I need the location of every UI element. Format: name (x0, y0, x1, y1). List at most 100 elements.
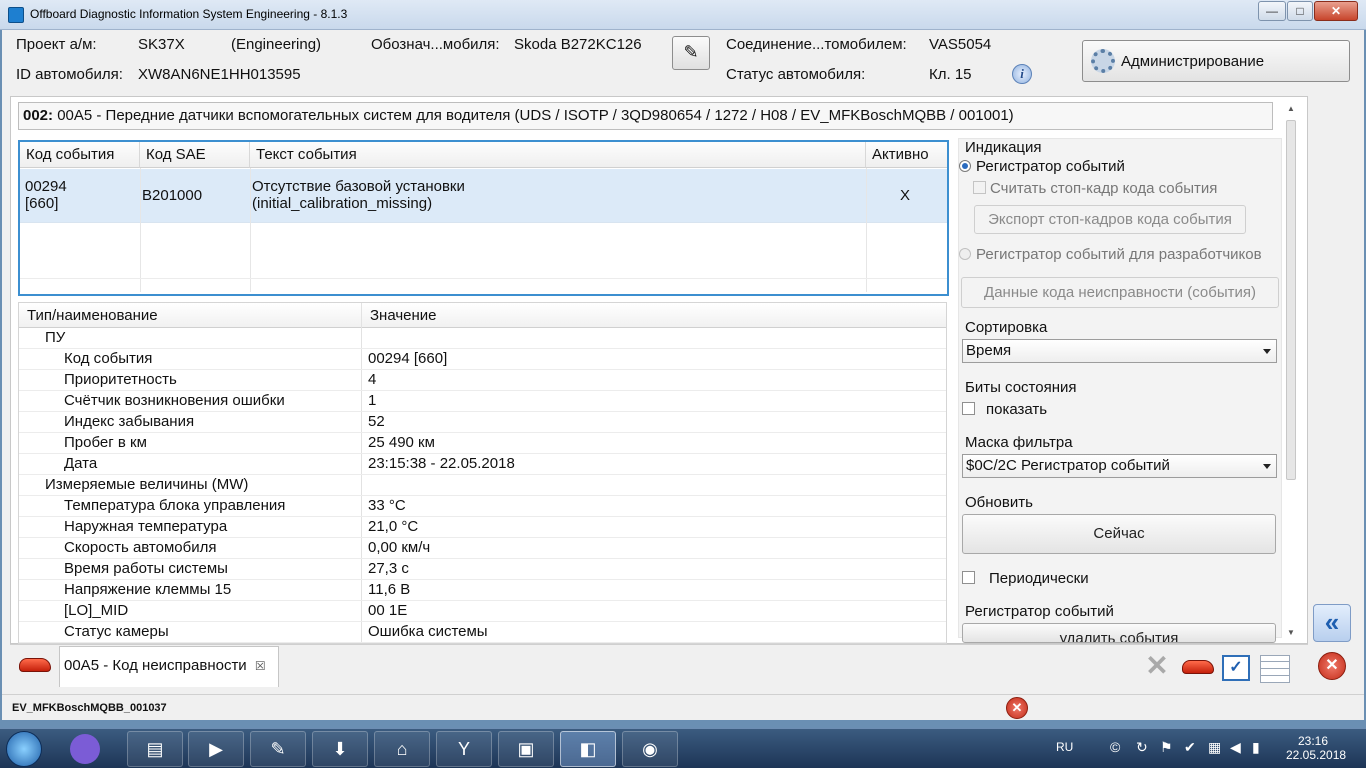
volume-icon[interactable]: ◀ (1230, 739, 1241, 756)
minimize-button[interactable]: — (1258, 1, 1286, 21)
project-mode: (Engineering) (231, 36, 322, 53)
tray-network-icon[interactable]: ▦ (1208, 739, 1221, 756)
back-navigation-button[interactable]: « (1313, 604, 1351, 642)
refresh-label: Обновить (965, 494, 1033, 511)
download-icon[interactable]: ⬇ (312, 731, 368, 767)
document-viewer-icon[interactable]: ▣ (498, 731, 554, 767)
checklist-icon[interactable]: ✓ (1222, 655, 1250, 681)
tray-check-icon[interactable]: ✔ (1184, 739, 1196, 756)
table-row[interactable]: 00294 [660] B201000 Отсутствие базовой у… (20, 169, 947, 223)
detail-row[interactable]: Наружная температура 21,0 °C (19, 517, 946, 538)
status-text: EV_MFKBoschMQBB_001037 (12, 702, 167, 714)
detail-row[interactable]: Индекс забывания 52 (19, 412, 946, 433)
language-indicator[interactable]: RU (1056, 740, 1073, 754)
event-code-dec: [660] (25, 195, 59, 212)
media-player-icon[interactable]: ▶ (188, 731, 244, 767)
close-session-button[interactable]: ✕ (1318, 652, 1346, 680)
tab-fault-code[interactable]: 00A5 - Код неисправности ☒ (59, 646, 279, 687)
freeze-frame-checkbox[interactable] (973, 181, 986, 194)
detail-row[interactable]: Код события 00294 [660] (19, 349, 946, 370)
connection-value: VAS5054 (929, 36, 992, 53)
detail-row-group[interactable]: Измеряемые величины (MW) (19, 475, 946, 496)
column-divider (140, 168, 141, 292)
project-label: Проект а/м: (16, 36, 97, 53)
freeze-frame-checkbox-label[interactable]: Считать стоп-кадр кода события (990, 180, 1217, 197)
detail-row[interactable]: Температура блока управления 33 °C (19, 496, 946, 517)
file-explorer-icon[interactable]: ▤ (127, 731, 183, 767)
row-divider (20, 278, 947, 279)
yandex-browser-icon[interactable]: Y (436, 731, 492, 767)
detail-value: 4 (368, 371, 377, 388)
maximize-button[interactable]: □ (1287, 1, 1313, 21)
delete-events-button[interactable]: удалить события (962, 623, 1276, 643)
scrollbar-thumb[interactable] (1286, 120, 1296, 480)
column-header-active[interactable]: Активно (866, 142, 947, 168)
detail-value: 00 1E (368, 602, 408, 619)
column-header-type-name[interactable]: Тип/наименование (19, 303, 362, 328)
tab-close-icon[interactable]: ☒ (255, 659, 266, 673)
radio-event-recorder-label[interactable]: Регистратор событий (976, 158, 1125, 175)
tray-app-icon[interactable]: © (1110, 739, 1120, 755)
column-divider (250, 168, 251, 292)
refresh-now-button[interactable]: Сейчас (962, 514, 1276, 554)
radio-dev-event-recorder-label[interactable]: Регистратор событий для разработчиков (976, 246, 1262, 263)
detail-row[interactable]: [LO]_MID 00 1E (19, 601, 946, 622)
table-grid-icon[interactable] (1260, 655, 1290, 683)
column-header-value[interactable]: Значение (362, 303, 946, 328)
column-header-event-text[interactable]: Текст события (250, 142, 866, 168)
radio-dev-event-recorder[interactable] (959, 248, 971, 260)
vertical-scrollbar[interactable]: ▲ ▼ (1284, 104, 1298, 640)
detail-name: Дата (64, 455, 98, 472)
export-freeze-frames-button[interactable]: Экспорт стоп-кадров кода события (974, 205, 1246, 234)
event-code-cell: 00294 [660] (25, 178, 67, 212)
vehicle-icon[interactable] (1182, 660, 1214, 674)
sort-label: Сортировка (965, 319, 1048, 336)
filter-mask-select[interactable]: $0C/2C Регистратор событий (962, 454, 1277, 478)
close-window-button[interactable]: ✕ (1314, 1, 1358, 21)
tray-sync-icon[interactable]: ↻ (1136, 739, 1148, 756)
tools-icon[interactable]: ✕ (1142, 652, 1172, 682)
tray-security-icon[interactable]: ⚑ (1160, 739, 1173, 756)
sae-code-cell: B201000 (142, 187, 203, 204)
error-status-icon[interactable]: ✕ (1006, 697, 1028, 719)
event-details-table[interactable]: Тип/наименование Значение ПУ Код события… (18, 302, 947, 644)
column-header-event-code[interactable]: Код события (20, 142, 140, 168)
car-icon[interactable] (19, 658, 51, 672)
detail-row[interactable]: Счётчик возникновения ошибки 1 (19, 391, 946, 412)
connector-icon[interactable]: ⌂ (374, 731, 430, 767)
fault-code-data-button[interactable]: Данные кода неисправности (события) (961, 277, 1279, 308)
info-icon[interactable]: i (1012, 64, 1032, 84)
detail-row[interactable]: Пробег в км 25 490 км (19, 433, 946, 454)
detail-name: Приоритетность (64, 371, 177, 388)
detail-row[interactable]: Скорость автомобиля 0,00 км/ч (19, 538, 946, 559)
clock[interactable]: 23:16 22.05.2018 (1286, 734, 1346, 762)
detail-row[interactable]: Дата 23:15:38 - 22.05.2018 (19, 454, 946, 475)
column-header-sae-code[interactable]: Код SAE (140, 142, 250, 168)
show-status-bits-label[interactable]: показать (986, 401, 1047, 418)
detail-row[interactable]: Напряжение клеммы 15 11,6 В (19, 580, 946, 601)
detail-row[interactable]: Статус камеры Ошибка системы (19, 622, 946, 643)
show-status-bits-checkbox[interactable] (962, 402, 975, 415)
periodic-checkbox-label[interactable]: Периодически (989, 570, 1089, 587)
service-app-icon[interactable]: ◉ (622, 731, 678, 767)
start-button-icon[interactable] (6, 731, 42, 767)
tray-connection-icon[interactable]: ▮ (1252, 739, 1260, 756)
designation-label: Обознач...мобиля: (371, 36, 500, 53)
detail-value: 25 490 км (368, 434, 435, 451)
detail-row[interactable]: Время работы системы 27,3 с (19, 559, 946, 580)
microphone-icon[interactable] (70, 734, 100, 764)
periodic-checkbox[interactable] (962, 571, 975, 584)
scroll-down-arrow-icon[interactable]: ▼ (1286, 628, 1296, 640)
radio-event-recorder[interactable] (959, 160, 971, 172)
sort-select[interactable]: Время (962, 339, 1277, 363)
detail-value: 1 (368, 392, 377, 409)
odis-engineering-icon[interactable]: ◧ (560, 731, 616, 767)
event-memory-table[interactable]: Код события Код SAE Текст события Активн… (18, 140, 949, 296)
diagnostic-tool-icon[interactable]: ✎ (250, 731, 306, 767)
event-text: Отсутствие базовой установки (252, 178, 465, 195)
edit-designation-button[interactable]: ✎ (672, 36, 710, 70)
administration-button[interactable]: Администрирование (1082, 40, 1350, 82)
scroll-up-arrow-icon[interactable]: ▲ (1286, 104, 1296, 116)
detail-row-group[interactable]: ПУ (19, 328, 946, 349)
detail-row[interactable]: Приоритетность 4 (19, 370, 946, 391)
